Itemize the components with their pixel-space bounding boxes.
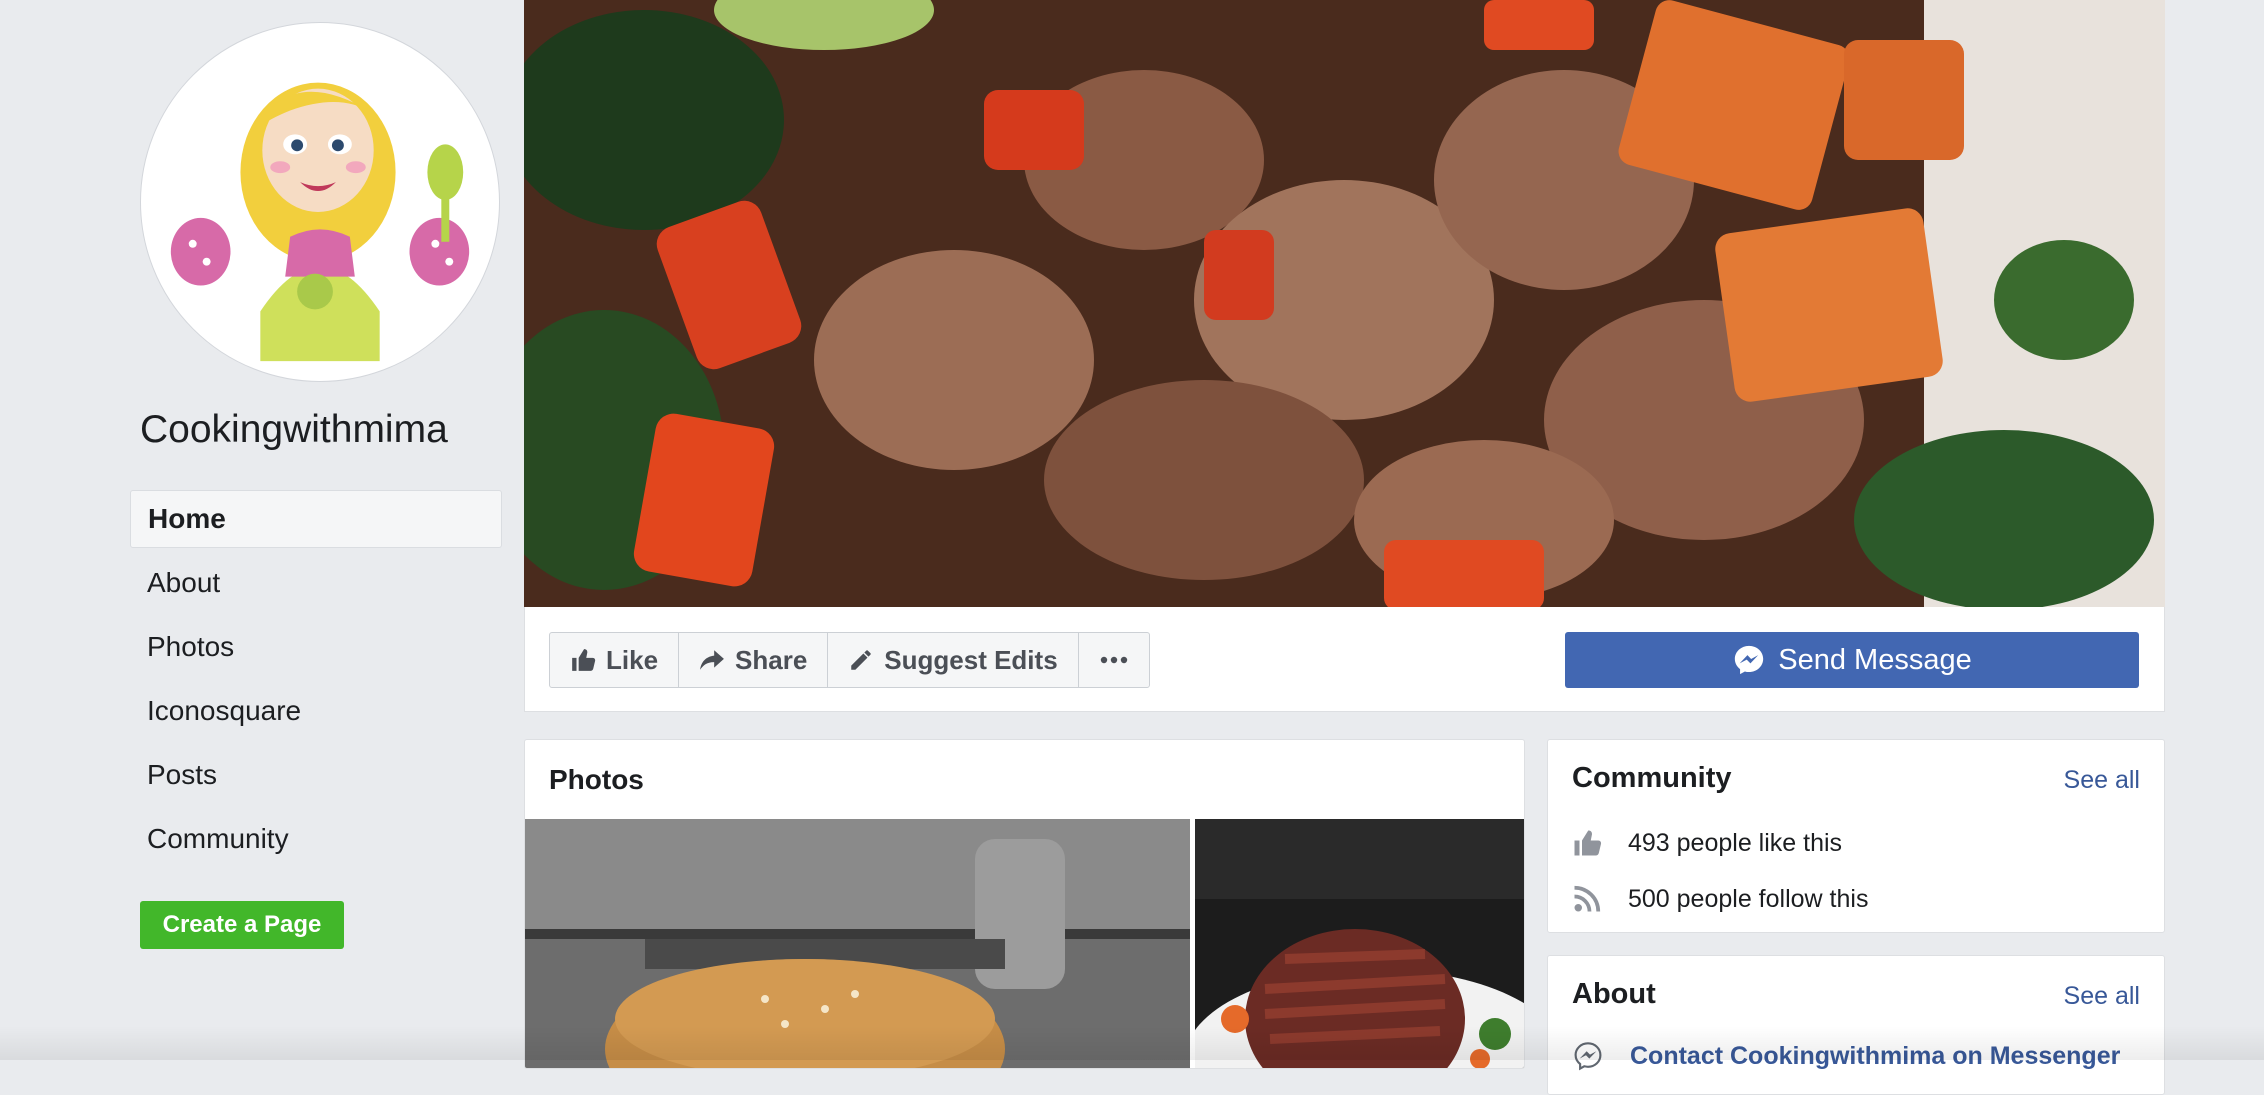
- nav-item-iconosquare[interactable]: Iconosquare: [130, 682, 502, 740]
- burger-photo: [525, 819, 1190, 1068]
- community-see-all-link[interactable]: See all: [2064, 766, 2140, 795]
- share-arrow-icon: [700, 650, 724, 670]
- about-card-title: About: [1572, 978, 1656, 1010]
- nav-item-photos[interactable]: Photos: [130, 618, 502, 676]
- create-page-button[interactable]: Create a Page: [140, 901, 344, 949]
- cover-photo[interactable]: [524, 0, 2165, 607]
- action-button-group: Like Share Suggest Edits: [549, 632, 1150, 688]
- about-card: About See all Contact Cookingwithmima on…: [1547, 955, 2165, 1095]
- suggest-edits-label: Suggest Edits: [884, 644, 1058, 675]
- like-label: Like: [606, 644, 659, 675]
- rss-follow-icon: [1574, 885, 1601, 912]
- messenger-icon: [1735, 645, 1764, 675]
- likes-count-row: 493 people like this: [1572, 828, 1842, 858]
- thumbs-up-icon: [572, 649, 596, 671]
- photo-thumbnail[interactable]: [525, 819, 1190, 1068]
- page-title: Cookingwithmima: [140, 408, 448, 451]
- messenger-outline-icon: [1574, 1042, 1602, 1071]
- chef-cartoon-logo: [148, 30, 492, 374]
- suggest-edits-button[interactable]: Suggest Edits: [828, 633, 1079, 687]
- page-profile-picture[interactable]: [140, 22, 500, 382]
- nav-item-community[interactable]: Community: [130, 810, 502, 868]
- send-message-label: Send Message: [1778, 643, 1972, 676]
- likes-count-text: 493 people like this: [1628, 828, 1843, 857]
- community-card: Community See all 493 people like this 5…: [1547, 739, 2165, 933]
- share-label: Share: [735, 644, 808, 675]
- follows-count-row: 500 people follow this: [1572, 884, 1868, 914]
- page-navigation: Home About Photos Iconosquare Posts Comm…: [130, 490, 502, 874]
- nav-item-about[interactable]: About: [130, 554, 502, 612]
- about-see-all-link[interactable]: See all: [2064, 982, 2140, 1011]
- community-card-title: Community: [1572, 762, 1732, 794]
- contact-messenger-text: Contact Cookingwithmima on Messenger: [1630, 1041, 2121, 1070]
- photos-card-title: Photos: [549, 764, 644, 795]
- nav-item-home[interactable]: Home: [130, 490, 502, 548]
- send-message-button[interactable]: Send Message: [1565, 632, 2139, 688]
- share-button[interactable]: Share: [679, 633, 829, 687]
- thumbs-up-icon: [1574, 830, 1602, 856]
- nav-item-posts[interactable]: Posts: [130, 746, 502, 804]
- bacon-meatloaf-photo: [1195, 819, 1524, 1068]
- contact-messenger-link[interactable]: Contact Cookingwithmima on Messenger: [1572, 1040, 2120, 1072]
- ellipsis-icon: [1100, 656, 1127, 664]
- photo-thumbnail[interactable]: [1195, 819, 1524, 1068]
- cover-food-image: [524, 0, 2165, 607]
- photos-card: Photos: [524, 739, 1525, 1069]
- page-action-bar: Like Share Suggest Edits Send Message: [524, 607, 2165, 712]
- follows-count-text: 500 people follow this: [1628, 884, 1869, 913]
- pencil-icon: [851, 650, 872, 670]
- like-button[interactable]: Like: [550, 633, 680, 687]
- more-options-button[interactable]: [1079, 633, 1149, 687]
